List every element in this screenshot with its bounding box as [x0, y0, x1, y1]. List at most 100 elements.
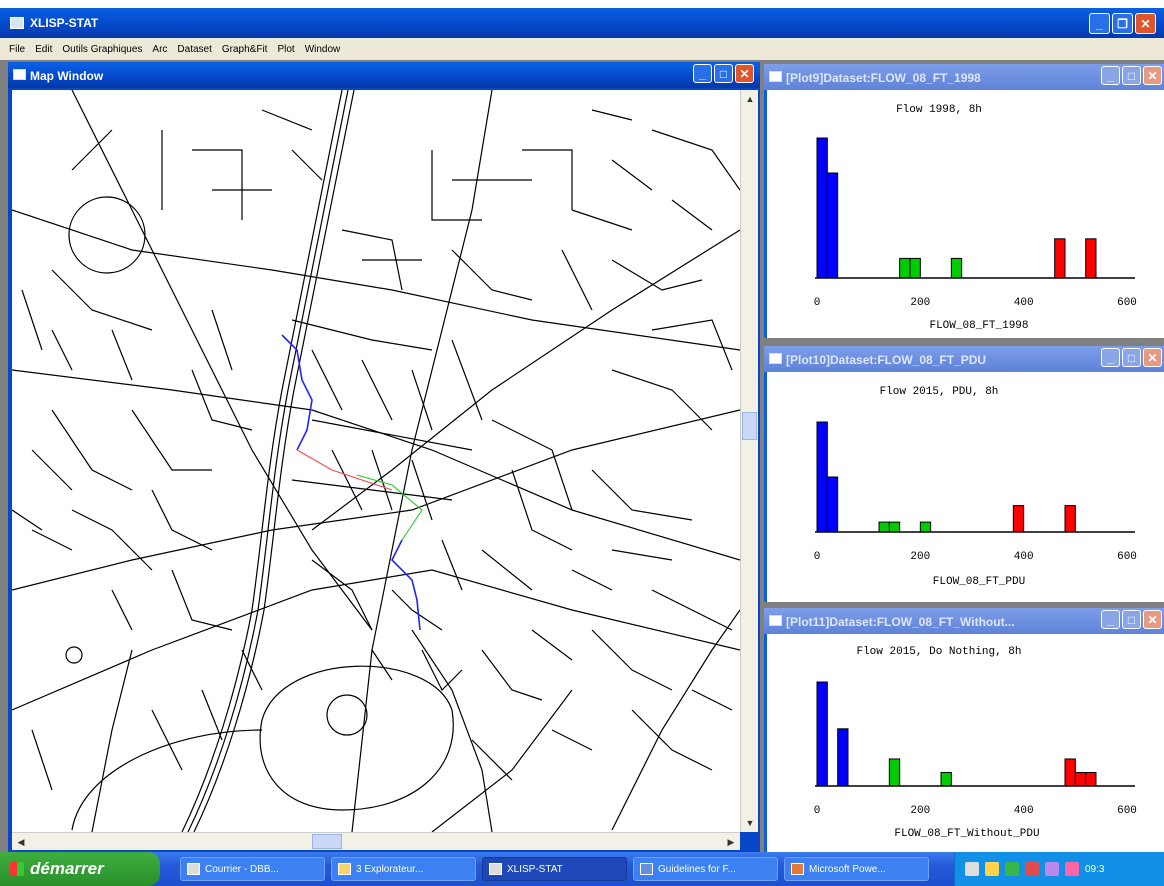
window-icon — [769, 353, 782, 364]
x-tick-label: 0 — [814, 551, 821, 563]
scroll-left-icon[interactable]: ◀ — [13, 834, 29, 850]
menu-window[interactable]: Window — [300, 44, 346, 55]
menu-outils-graphiques[interactable]: Outils Graphiques — [57, 44, 147, 55]
vertical-scroll-thumb[interactable] — [742, 412, 757, 440]
x-axis-label: FLOW_08_FT_Without_PDU — [894, 828, 1039, 840]
app-titlebar: XLISP-STAT _ ❐ ✕ — [0, 8, 1164, 38]
histogram-bar — [1054, 238, 1066, 279]
powerpoint-icon — [791, 863, 804, 875]
task-powerpoint[interactable]: Microsoft Powe... — [784, 857, 929, 881]
menu-graph-fit[interactable]: Graph&Fit — [217, 44, 273, 55]
plot-window-3-controls: _ □ ✕ — [1101, 610, 1162, 629]
task-xlisp-stat[interactable]: XLISP-STAT — [482, 857, 627, 881]
scroll-up-icon[interactable]: ▲ — [742, 91, 758, 107]
task-guidelines[interactable]: Guidelines for F... — [633, 857, 778, 881]
start-button[interactable]: démarrer — [0, 852, 160, 886]
plot-window-2-title: [Plot10]Dataset:FLOW_08_FT_PDU — [786, 353, 987, 367]
map-vertical-scrollbar[interactable]: ▲ ▼ — [740, 90, 758, 832]
plot-2-area[interactable]: Flow 2015, PDU, 8h 0 200 400 600 FLOW_08_FT… — [764, 372, 1164, 602]
histogram-1: Flow 1998, 8h 0 200 400 600 FLOW_08_FT_1998 — [814, 104, 1137, 332]
histogram-bar — [888, 521, 901, 533]
close-icon[interactable]: ✕ — [1143, 610, 1162, 629]
word-icon — [640, 863, 653, 875]
maximize-icon[interactable]: □ — [1122, 610, 1141, 629]
close-icon[interactable]: ✕ — [735, 64, 754, 83]
x-tick-label: 200 — [910, 805, 930, 817]
histogram-bar — [826, 476, 839, 533]
task-label: 3 Explorateur... — [356, 863, 424, 875]
menu-edit[interactable]: Edit — [30, 44, 57, 55]
histogram-bar — [909, 257, 921, 279]
histogram-bar — [899, 257, 911, 279]
task-label: XLISP-STAT — [507, 863, 563, 875]
folder-icon — [338, 863, 351, 875]
minimize-icon[interactable]: _ — [1101, 348, 1120, 367]
plot-window-1-title: [Plot9]Dataset:FLOW_08_FT_1998 — [786, 71, 981, 85]
menubar: File Edit Outils Graphiques Arc Dataset … — [0, 38, 1164, 60]
close-icon[interactable]: ✕ — [1143, 348, 1162, 367]
tray-icon[interactable] — [1005, 862, 1019, 876]
minimize-icon[interactable]: _ — [693, 64, 712, 83]
tray-icon[interactable] — [1025, 862, 1039, 876]
x-tick-label: 0 — [814, 805, 821, 817]
histogram-bar — [1064, 758, 1076, 787]
road-network-map[interactable] — [12, 90, 740, 832]
histogram-bar — [826, 172, 839, 279]
x-tick-label: 400 — [1014, 297, 1034, 309]
x-axis-label: FLOW_08_FT_PDU — [933, 576, 1025, 588]
scroll-right-icon[interactable]: ▶ — [723, 834, 739, 850]
maximize-icon[interactable]: □ — [1122, 66, 1141, 85]
plot-1-area[interactable]: Flow 1998, 8h 0 200 400 600 FLOW_08_FT_1998 — [764, 90, 1164, 338]
route-green — [356, 474, 423, 541]
task-label: Guidelines for F... — [658, 863, 736, 875]
clock: 09:3 — [1085, 863, 1105, 875]
horizontal-scroll-thumb[interactable] — [312, 834, 342, 849]
app-window-controls: _ ❐ ✕ — [1089, 13, 1156, 34]
windows-flag-icon — [10, 862, 24, 876]
histogram-bar — [1074, 771, 1087, 787]
map-horizontal-scrollbar[interactable]: ◀ ▶ — [12, 832, 740, 850]
map-canvas[interactable] — [12, 90, 740, 832]
menu-plot[interactable]: Plot — [272, 44, 299, 55]
histogram-bar — [816, 421, 828, 533]
menu-file[interactable]: File — [4, 44, 30, 55]
plot-window-1-titlebar[interactable]: [Plot9]Dataset:FLOW_08_FT_1998 _ □ ✕ — [764, 64, 1164, 90]
minimize-icon[interactable]: _ — [1101, 610, 1120, 629]
minimize-icon[interactable]: _ — [1101, 66, 1120, 85]
task-explorateur[interactable]: 3 Explorateur... — [331, 857, 476, 881]
plot-window-2-titlebar[interactable]: [Plot10]Dataset:FLOW_08_FT_PDU _ □ ✕ — [764, 346, 1164, 372]
tray-icon[interactable] — [965, 862, 979, 876]
histogram-bar — [1064, 505, 1076, 533]
plot-title: Flow 2015, PDU, 8h — [880, 386, 999, 398]
taskbar: démarrer Courrier - DBB... 3 Explorateur… — [0, 852, 1164, 886]
app-title: XLISP-STAT — [30, 16, 99, 30]
x-tick-label: 400 — [1014, 551, 1034, 563]
tray-icon[interactable] — [985, 862, 999, 876]
close-icon[interactable]: ✕ — [1135, 13, 1156, 34]
app-icon — [489, 863, 502, 875]
minimize-icon[interactable]: _ — [1089, 13, 1110, 34]
histogram-bar — [816, 137, 828, 279]
task-courrier[interactable]: Courrier - DBB... — [180, 857, 325, 881]
menu-arc[interactable]: Arc — [147, 44, 172, 55]
plot-3-area[interactable]: Flow 2015, Do Nothing, 8h 0 200 400 600 FLO… — [764, 634, 1164, 852]
histogram-bar — [878, 521, 890, 533]
tray-icon[interactable] — [1065, 862, 1079, 876]
histogram-bar — [816, 681, 828, 787]
maximize-icon[interactable]: □ — [1122, 348, 1141, 367]
menu-dataset[interactable]: Dataset — [172, 44, 216, 55]
histogram-bar — [1085, 771, 1097, 787]
tray-icon[interactable] — [1045, 862, 1059, 876]
close-icon[interactable]: ✕ — [1143, 66, 1162, 85]
map-window-titlebar[interactable]: Map Window _ □ ✕ — [8, 62, 760, 88]
maximize-icon[interactable]: □ — [714, 64, 733, 83]
plot-title: Flow 2015, Do Nothing, 8h — [856, 646, 1021, 658]
plot-window-3-titlebar[interactable]: [Plot11]Dataset:FLOW_08_FT_Without... _ … — [764, 608, 1164, 634]
x-tick-label: 600 — [1117, 297, 1137, 309]
task-label: Courrier - DBB... — [205, 863, 279, 875]
route-red — [296, 449, 393, 491]
plot-window-1-controls: _ □ ✕ — [1101, 66, 1162, 85]
scroll-down-icon[interactable]: ▼ — [742, 815, 758, 831]
window-icon — [769, 71, 782, 82]
restore-icon[interactable]: ❐ — [1112, 13, 1133, 34]
